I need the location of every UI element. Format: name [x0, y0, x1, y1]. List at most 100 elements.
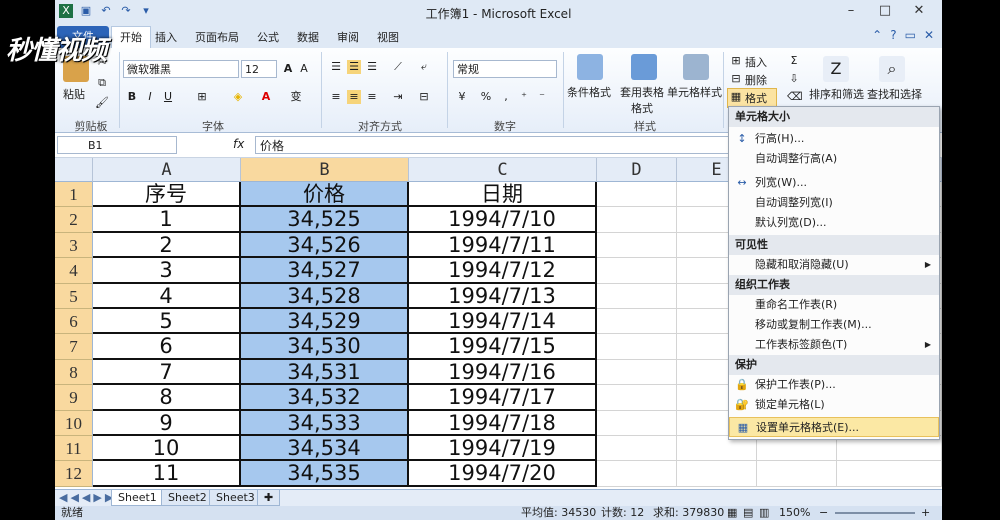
conditional-format-icon[interactable] [577, 54, 603, 80]
row-header[interactable]: 1 [55, 182, 93, 208]
fill-icon[interactable]: ⇩ [787, 72, 801, 86]
cell-price[interactable]: 34,530 [241, 334, 409, 360]
menu-item-protect-sheet[interactable]: 🔒 保护工作表(P)... [729, 375, 939, 395]
cell-styles-button[interactable]: 单元格样式 [667, 84, 722, 100]
decrease-decimal-icon[interactable]: ⁻ [535, 90, 549, 104]
empty-cell[interactable] [597, 436, 677, 462]
cell-price[interactable]: 34,527 [241, 258, 409, 284]
cell-date[interactable]: 1994/7/18 [409, 410, 597, 436]
comma-style-icon[interactable]: , [499, 90, 513, 104]
italic-button[interactable]: I [143, 90, 157, 104]
close-workbook-icon[interactable]: ✕ [924, 28, 934, 42]
grow-font-icon[interactable]: A [281, 62, 295, 76]
cell-sequence[interactable]: 7 [93, 359, 241, 386]
cell-sequence[interactable]: 序号 [93, 182, 241, 208]
minimize-ribbon-icon[interactable]: ⌃ [872, 28, 882, 42]
sheet-tab-1[interactable]: Sheet1 [111, 490, 164, 506]
cell-date[interactable]: 1994/7/20 [409, 461, 597, 487]
font-color-icon[interactable]: A [259, 90, 273, 104]
row-header[interactable]: 9 [55, 385, 93, 411]
column-header-b[interactable]: B [241, 158, 409, 182]
page-break-view-icon[interactable]: ▥ [759, 506, 769, 520]
menu-item-autofit-row[interactable]: 自动调整行高(A) [729, 149, 939, 169]
cell-price[interactable]: 34,531 [241, 359, 409, 386]
fill-color-icon[interactable]: ◈ [231, 90, 245, 104]
find-select-button[interactable]: 查找和选择 [867, 86, 922, 102]
tab-home[interactable]: 开始 [111, 26, 151, 49]
sheet-tab-2[interactable]: Sheet2 [161, 490, 214, 506]
align-left-icon[interactable]: ≡ [329, 90, 343, 104]
border-icon[interactable]: ⊞ [195, 90, 209, 104]
empty-cell[interactable] [597, 283, 677, 309]
delete-cells-button[interactable]: 删除 [745, 72, 767, 88]
cell-sequence[interactable]: 11 [93, 461, 241, 487]
cell-price[interactable]: 34,529 [241, 309, 409, 335]
menu-item-format-cells[interactable]: ▦ 设置单元格格式(E)... [729, 417, 939, 437]
font-name-select[interactable]: 微软雅黑 [123, 60, 239, 78]
align-middle-icon[interactable]: ☰ [347, 60, 361, 74]
cell-price[interactable]: 34,525 [241, 207, 409, 233]
empty-cell[interactable] [597, 207, 677, 233]
page-layout-view-icon[interactable]: ▤ [743, 506, 753, 520]
cell-price[interactable]: 34,533 [241, 410, 409, 436]
format-as-table-button[interactable]: 套用表格格式 [615, 84, 669, 116]
align-top-icon[interactable]: ☰ [329, 60, 343, 74]
cell-date[interactable]: 1994/7/16 [409, 359, 597, 386]
select-all-corner[interactable] [55, 158, 93, 182]
row-header[interactable]: 8 [55, 359, 93, 386]
empty-cell[interactable] [597, 410, 677, 436]
clear-icon[interactable]: ⌫ [787, 90, 803, 104]
cell-price[interactable]: 价格 [241, 182, 409, 208]
cell-sequence[interactable]: 10 [93, 436, 241, 462]
tab-page-layout[interactable]: 页面布局 [195, 29, 239, 45]
empty-cell[interactable] [597, 461, 677, 487]
increase-decimal-icon[interactable]: ⁺ [517, 90, 531, 104]
row-header[interactable]: 2 [55, 207, 93, 233]
orientation-icon[interactable]: ⟋ [391, 60, 405, 74]
cell-price[interactable]: 34,532 [241, 385, 409, 411]
number-format-select[interactable]: 常规 [453, 60, 557, 78]
cell-date[interactable]: 日期 [409, 182, 597, 208]
cell-date[interactable]: 1994/7/19 [409, 436, 597, 462]
percent-button[interactable]: % [479, 90, 493, 104]
find-select-icon[interactable]: ⌕ [879, 56, 905, 82]
zoom-in-icon[interactable]: + [921, 506, 930, 520]
cell-sequence[interactable]: 5 [93, 309, 241, 335]
autosum-icon[interactable]: Σ [787, 54, 801, 68]
cell-date[interactable]: 1994/7/14 [409, 309, 597, 335]
row-header[interactable]: 7 [55, 334, 93, 360]
row-header[interactable]: 3 [55, 232, 93, 259]
bold-button[interactable]: B [125, 90, 139, 104]
sort-filter-icon[interactable]: Z [823, 56, 849, 82]
tab-formulas[interactable]: 公式 [257, 29, 279, 45]
close-button[interactable]: ✕ [902, 2, 936, 20]
wrap-text-icon[interactable]: ⤶ [417, 60, 431, 74]
empty-cell[interactable] [597, 182, 677, 208]
row-header[interactable]: 12 [55, 461, 93, 487]
menu-item-move-copy-sheet[interactable]: 移动或复制工作表(M)... [729, 315, 939, 335]
tab-insert[interactable]: 插入 [155, 29, 177, 45]
paste-button[interactable]: 粘贴 [63, 86, 85, 102]
restore-icon[interactable]: ▭ [905, 28, 916, 42]
format-painter-icon[interactable]: 🖌 [95, 96, 109, 110]
phonetic-icon[interactable]: 变 [289, 90, 303, 104]
indent-icon[interactable]: ⇥ [391, 90, 405, 104]
empty-cell[interactable] [597, 385, 677, 411]
help-icon[interactable]: ? [890, 28, 896, 42]
empty-cell[interactable] [597, 334, 677, 360]
format-as-table-icon[interactable] [631, 54, 657, 80]
cell-date[interactable]: 1994/7/10 [409, 207, 597, 233]
column-header-d[interactable]: D [597, 158, 677, 182]
cell-styles-icon[interactable] [683, 54, 709, 80]
merge-center-icon[interactable]: ⊟ [417, 90, 431, 104]
normal-view-icon[interactable]: ▦ [727, 506, 737, 520]
menu-item-lock-cell[interactable]: 🔐 锁定单元格(L) [729, 395, 939, 415]
align-right-icon[interactable]: ≡ [365, 90, 379, 104]
menu-item-column-width[interactable]: ↔ 列宽(W)... [729, 173, 939, 193]
name-box[interactable]: B1 [57, 136, 177, 154]
cell-date[interactable]: 1994/7/13 [409, 283, 597, 309]
empty-cell[interactable] [597, 359, 677, 386]
conditional-format-button[interactable]: 条件格式 [567, 84, 611, 100]
empty-cell[interactable] [597, 309, 677, 335]
row-header[interactable]: 10 [55, 410, 93, 436]
